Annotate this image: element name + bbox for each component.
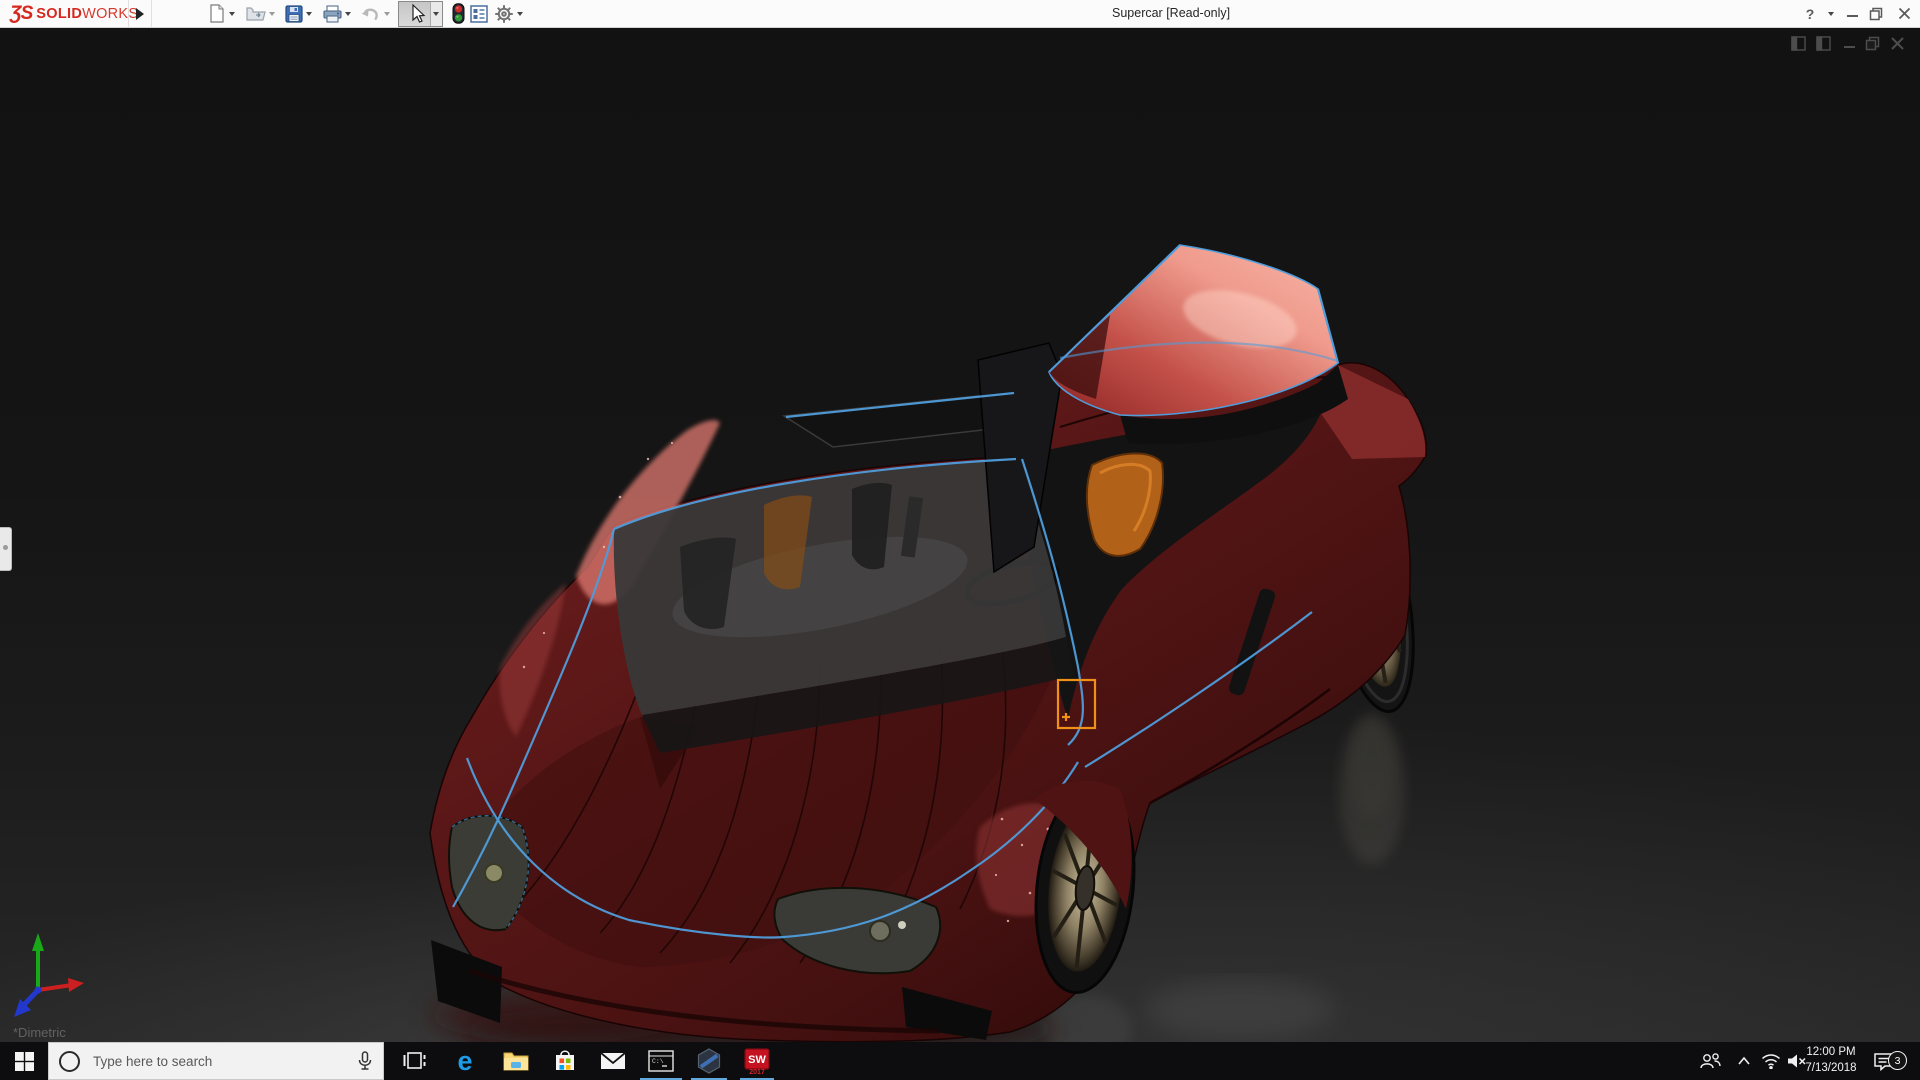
rebuild-traffic-light-icon bbox=[452, 3, 465, 24]
app-restore-button[interactable] bbox=[1864, 0, 1888, 27]
file-properties-button[interactable] bbox=[470, 2, 488, 25]
doc-restore-button[interactable] bbox=[1865, 36, 1881, 52]
select-dropdown-caret[interactable] bbox=[430, 2, 442, 26]
solidworks-app-icon: SW 2017 bbox=[743, 1047, 771, 1075]
edge-button[interactable]: e bbox=[443, 1042, 487, 1080]
doc-minimize-button[interactable] bbox=[1842, 36, 1858, 52]
open-button[interactable] bbox=[246, 2, 275, 25]
undo-dropdown-caret[interactable] bbox=[384, 12, 390, 16]
chevron-up-icon bbox=[1737, 1056, 1751, 1066]
triad-x-axis bbox=[68, 978, 84, 992]
edge-icon: e bbox=[457, 1048, 472, 1075]
sw-year: 2017 bbox=[749, 1069, 765, 1075]
restore-icon bbox=[1865, 36, 1880, 51]
minimize-icon bbox=[1846, 7, 1859, 20]
options-button[interactable] bbox=[494, 2, 523, 25]
save-dropdown-caret[interactable] bbox=[306, 12, 312, 16]
options-gear-icon bbox=[494, 4, 514, 24]
people-icon bbox=[1699, 1052, 1721, 1070]
mail-icon bbox=[600, 1051, 626, 1071]
pane-icon bbox=[1817, 37, 1830, 50]
search-input[interactable] bbox=[91, 1053, 357, 1070]
pane-toggle-right-button[interactable] bbox=[1816, 36, 1832, 52]
taskbar-search-box[interactable] bbox=[48, 1042, 384, 1080]
start-button[interactable] bbox=[0, 1042, 48, 1080]
menu-flyout-button[interactable] bbox=[128, 0, 152, 27]
save-floppy-icon bbox=[285, 5, 303, 23]
document-title: Supercar [Read-only] bbox=[1112, 6, 1230, 20]
graphics-viewport[interactable]: *Dimetric bbox=[0, 27, 1920, 1042]
command-prompt-button[interactable]: C:\ bbox=[639, 1042, 683, 1080]
pane-icon bbox=[1792, 37, 1805, 50]
app-minimize-button[interactable] bbox=[1841, 0, 1863, 27]
hidden-icons-button[interactable] bbox=[1731, 1042, 1757, 1080]
select-tool-button[interactable] bbox=[398, 1, 443, 27]
task-view-icon bbox=[403, 1049, 427, 1073]
mail-button[interactable] bbox=[591, 1042, 635, 1080]
minimize-icon bbox=[1842, 36, 1857, 51]
undo-button[interactable] bbox=[361, 2, 390, 25]
task-view-button[interactable] bbox=[393, 1042, 437, 1080]
feature-tree-collapsed-tab[interactable] bbox=[0, 527, 12, 571]
microphone-icon[interactable] bbox=[357, 1051, 373, 1071]
orientation-triad bbox=[14, 933, 84, 1017]
restore-icon bbox=[1869, 7, 1883, 21]
solidworks-logo: ƷS SOLIDWORKS bbox=[10, 0, 138, 27]
people-button[interactable] bbox=[1694, 1042, 1726, 1080]
save-button[interactable] bbox=[285, 2, 312, 25]
clock-time: 12:00 PM bbox=[1806, 1045, 1855, 1061]
close-icon bbox=[1898, 7, 1911, 20]
app-close-button[interactable] bbox=[1892, 0, 1916, 27]
new-dropdown-caret[interactable] bbox=[229, 12, 235, 16]
cmd-label: C:\ bbox=[652, 1058, 664, 1065]
cortana-icon bbox=[59, 1051, 80, 1072]
pane-toggle-left-button[interactable] bbox=[1791, 36, 1807, 52]
select-cursor-icon bbox=[405, 3, 430, 25]
view-orientation-label: *Dimetric bbox=[13, 1025, 66, 1040]
new-document-icon bbox=[208, 4, 226, 23]
options-dropdown-caret[interactable] bbox=[517, 12, 523, 16]
file-explorer-button[interactable] bbox=[494, 1042, 538, 1080]
file-properties-icon bbox=[470, 5, 488, 23]
windows-logo-icon bbox=[15, 1052, 34, 1071]
undo-icon bbox=[361, 5, 381, 23]
solidworks-logo-glyph: ƷS bbox=[10, 3, 32, 25]
help-button[interactable]: ? bbox=[1800, 0, 1820, 27]
sw-label: SW bbox=[748, 1054, 766, 1066]
store-icon bbox=[553, 1049, 577, 1073]
print-button[interactable] bbox=[323, 2, 351, 25]
hexagon-app-button[interactable] bbox=[687, 1042, 731, 1080]
store-button[interactable] bbox=[543, 1042, 587, 1080]
hexagon-app-icon bbox=[696, 1048, 722, 1074]
print-dropdown-caret[interactable] bbox=[345, 12, 351, 16]
open-dropdown-caret[interactable] bbox=[269, 12, 275, 16]
taskbar-clock[interactable]: 12:00 PM 7/13/2018 bbox=[1800, 1042, 1862, 1080]
flyout-arrow-icon bbox=[136, 8, 144, 20]
title-bar: ƷS SOLIDWORKS bbox=[0, 0, 1920, 28]
windows-taskbar: e C:\ bbox=[0, 1042, 1920, 1080]
file-explorer-icon bbox=[503, 1050, 529, 1072]
solidworks-app-button[interactable]: SW 2017 bbox=[735, 1042, 779, 1080]
triad-y-axis bbox=[32, 933, 44, 951]
command-prompt-icon: C:\ bbox=[648, 1050, 674, 1072]
notification-badge: 3 bbox=[1888, 1051, 1907, 1070]
clock-date: 7/13/2018 bbox=[1805, 1061, 1856, 1077]
close-icon bbox=[1890, 36, 1905, 51]
help-dropdown-caret[interactable] bbox=[1823, 0, 1835, 27]
print-icon bbox=[323, 5, 342, 23]
network-button[interactable] bbox=[1757, 1042, 1785, 1080]
tab-grip-dot bbox=[3, 545, 8, 550]
3d-scene-car[interactable] bbox=[0, 27, 1920, 1042]
open-folder-icon bbox=[246, 5, 266, 23]
new-document-button[interactable] bbox=[208, 2, 235, 25]
wifi-icon bbox=[1761, 1053, 1781, 1069]
doc-close-button[interactable] bbox=[1890, 36, 1906, 52]
rebuild-button[interactable] bbox=[452, 2, 465, 25]
